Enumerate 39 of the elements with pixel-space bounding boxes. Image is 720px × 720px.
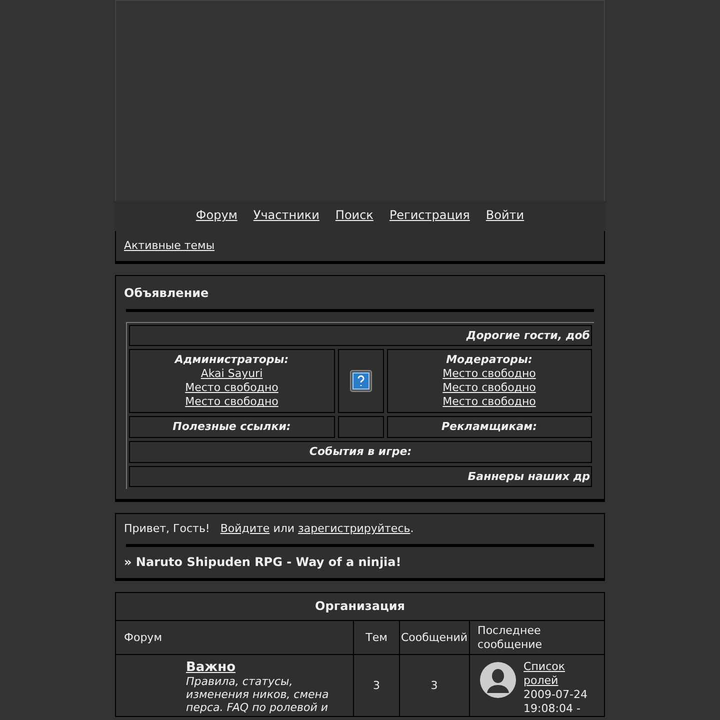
greeting-text: Привет, Гость! Войдите или зарегистрируйтесь. bbox=[123, 522, 415, 538]
nav-link-item[interactable]: Регистрация bbox=[389, 208, 470, 224]
nav-link-item[interactable]: Войти bbox=[486, 208, 524, 224]
nav-link-item[interactable]: Форум bbox=[196, 208, 238, 224]
staff-heading: Администраторы: bbox=[174, 353, 289, 368]
register-link[interactable]: зарегистрируйтесь bbox=[298, 522, 410, 536]
banners-marquee: Баннеры наших др bbox=[129, 466, 592, 488]
announcement-title: Объявление bbox=[123, 284, 210, 302]
staff-link[interactable]: Место свободно bbox=[442, 395, 536, 410]
forum-column-header: Форум bbox=[116, 620, 354, 655]
staff-link[interactable]: Akai Sayuri bbox=[200, 367, 263, 382]
staff-heading: Модераторы: bbox=[446, 353, 532, 368]
last-post-column-header: Последнее сообщение bbox=[469, 620, 604, 655]
post-time: 19:08:04 - bbox=[524, 702, 582, 716]
empty-cell bbox=[338, 416, 384, 438]
post-date: 2009-07-24 bbox=[524, 688, 588, 702]
advertisers-heading: Рекламщикам: bbox=[386, 416, 592, 438]
useful-links-heading: Полезные ссылки: bbox=[129, 416, 334, 438]
forum-description: Правила, статусы, изменения ников, смена перса. FAQ по ролевой и bbox=[186, 675, 330, 714]
staff-link[interactable]: Место свободно bbox=[442, 381, 536, 396]
staff-link[interactable]: Место свободно bbox=[442, 367, 536, 382]
staff-link[interactable]: Место свободно bbox=[185, 395, 278, 410]
login-link[interactable]: Войдите bbox=[220, 522, 270, 536]
events-heading: События в игре: bbox=[129, 441, 592, 464]
nav-link-item[interactable]: Участники bbox=[253, 208, 320, 224]
avatar-icon bbox=[480, 662, 516, 698]
post-count: 3 bbox=[400, 654, 470, 717]
staff-link[interactable]: Место свободно bbox=[185, 381, 278, 396]
nav-link-item[interactable]: Поиск bbox=[335, 208, 374, 224]
topic-count: 3 bbox=[354, 654, 400, 717]
last-topic-link[interactable]: Список ролей bbox=[524, 660, 596, 688]
help-icon bbox=[350, 370, 372, 392]
posts-column-header: Сообщений bbox=[400, 620, 470, 655]
active-topics-link[interactable]: Активные темы bbox=[124, 239, 215, 252]
category-title: Организация bbox=[315, 599, 405, 614]
forum-title-link[interactable]: Важно bbox=[186, 660, 345, 676]
board-title: » Naruto Shipuden RPG - Way of a ninjia! bbox=[123, 554, 402, 571]
topics-column-header: Тем bbox=[354, 620, 400, 655]
welcome-marquee: Дорогие гости, доб bbox=[129, 325, 592, 346]
